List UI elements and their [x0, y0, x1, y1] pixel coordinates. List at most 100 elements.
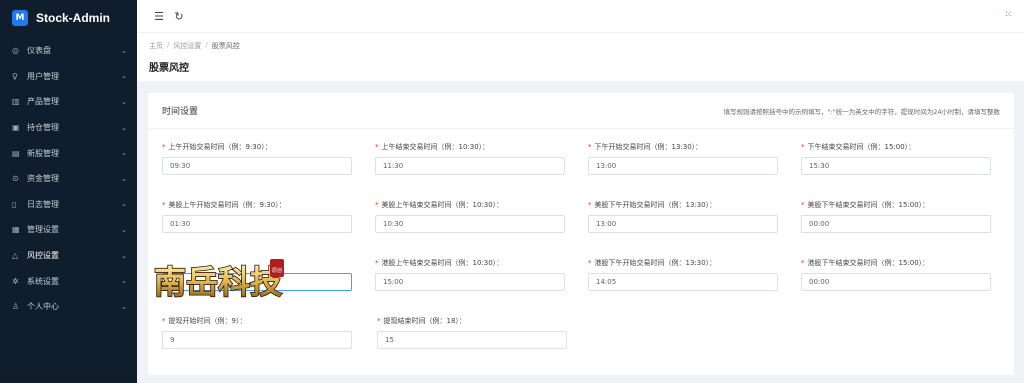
form-label: * 美股上午开始交易时间（例：9:30）：: [162, 198, 375, 211]
form-label: * 港股下午开始交易时间（例：13:30）：: [588, 256, 801, 269]
sidebar-item-users[interactable]: ♀ 用户管理 ⌄: [0, 64, 137, 90]
form-label: * 上午结束交易时间（例：10:30）：: [375, 140, 588, 153]
position-icon: ▣: [12, 123, 20, 133]
am-end-time-input[interactable]: [375, 157, 565, 175]
time-form: *上午开始交易时间（例：9:30）： *上午结束交易时间（例：10:30）： *…: [148, 129, 1014, 372]
user-icon: ♙: [12, 302, 20, 312]
sidebar-item-logs[interactable]: ▯ 日志管理 ⌄: [0, 192, 137, 218]
sidebar-item-positions[interactable]: ▣ 持仓管理 ⌄: [0, 115, 137, 141]
chevron-down-icon: ⌄: [121, 174, 127, 183]
form-item-am-end: * 上午结束交易时间（例：10:30）：: [375, 140, 588, 198]
required-mark: *: [588, 258, 592, 267]
log-icon: ▯: [12, 199, 17, 209]
required-mark: *: [588, 142, 592, 151]
brand[interactable]: M Stock-Admin: [0, 0, 137, 36]
withdraw-start-time-input[interactable]: [162, 331, 352, 349]
breadcrumb-separator: /: [167, 41, 170, 49]
form-label: * 提现开始时间（例：9）：: [162, 314, 377, 327]
required-mark: *: [375, 142, 379, 151]
us-pm-start-time-input[interactable]: [588, 215, 778, 233]
sidebar-item-products[interactable]: ▥ 产品管理 ⌄: [0, 89, 137, 115]
label-text: 提现结束时间（例：18）：: [383, 316, 466, 325]
sidebar-item-label: 产品管理: [27, 97, 59, 107]
required-mark: *: [162, 142, 166, 151]
sidebar-item-system-settings[interactable]: ✲ 系统设置 ⌄: [0, 268, 137, 294]
chevron-down-icon: ⌄: [121, 200, 127, 209]
chevron-down-icon: ⌄: [121, 251, 127, 260]
sidebar-menu: ◎ 仪表盘 ⌄ ♀ 用户管理 ⌄ ▥ 产品管理 ⌄ ▣ 持仓管理 ⌄ ▤ 新股管…: [0, 38, 137, 320]
sidebar-item-label: 系统设置: [27, 276, 59, 286]
form-item-hk-pm-end: * 港股下午结束交易时间（例：15:00）：: [801, 256, 1014, 314]
label-text: 上午开始交易时间（例：9:30）：: [168, 142, 272, 151]
form-item-withdraw-end: * 提现结束时间（例：18）：: [377, 314, 592, 372]
us-am-start-time-input[interactable]: [162, 215, 352, 233]
sidebar-item-label: 个人中心: [27, 302, 59, 312]
breadcrumb: 主页 / 风控设置 / 股票风控: [149, 41, 1012, 51]
label-text: 下午结束交易时间（例：15:00）：: [807, 142, 916, 151]
chart-icon: ▥: [12, 97, 20, 107]
chevron-down-icon: ⌄: [121, 123, 127, 132]
form-row: *美股上午开始交易时间（例：9:30）： *美股上午结束交易时间（例：10:30…: [162, 198, 1014, 256]
breadcrumb-separator: /: [205, 41, 208, 49]
sidebar-item-label: 仪表盘: [27, 46, 51, 56]
us-am-end-time-input[interactable]: [375, 215, 565, 233]
more-icon[interactable]: ⁙: [1004, 10, 1012, 20]
required-mark: *: [801, 142, 805, 151]
sidebar-item-risk-settings[interactable]: △ 风控设置 ⌄: [0, 243, 137, 269]
chevron-down-icon: ⌄: [121, 46, 127, 55]
label-text: 上午结束交易时间（例：10:30）：: [381, 142, 490, 151]
form-label: * 美股下午结束交易时间（例：15:00）：: [801, 198, 1014, 211]
chevron-down-icon: ⌄: [121, 97, 127, 106]
label-text: 美股上午开始交易时间（例：9:30）：: [168, 200, 286, 209]
sidebar-item-profile[interactable]: ♙ 个人中心 ⌄: [0, 294, 137, 320]
form-label: * 美股下午开始交易时间（例：13:30）：: [588, 198, 801, 211]
pm-start-time-input[interactable]: [588, 157, 778, 175]
am-start-time-input[interactable]: [162, 157, 352, 175]
risk-icon: △: [12, 251, 19, 261]
seal-text: 原创: [272, 267, 282, 274]
required-mark: *: [162, 200, 166, 209]
form-label: * 下午开始交易时间（例：13:30）：: [588, 140, 801, 153]
form-label: * 美股上午结束交易时间（例：10:30）：: [375, 198, 588, 211]
refresh-icon[interactable]: ↻: [171, 8, 187, 24]
form-row: *提现开始时间（例：9）： *提现结束时间（例：18）：: [162, 314, 1014, 372]
required-mark: *: [375, 258, 379, 267]
sidebar-item-label: 持仓管理: [27, 123, 59, 133]
label-text: 港股下午开始交易时间（例：13:30）：: [594, 258, 717, 267]
sidebar-item-ipo[interactable]: ▤ 新股管理 ⌄: [0, 140, 137, 166]
required-mark: *: [162, 316, 166, 325]
chevron-down-icon: ⌄: [121, 149, 127, 158]
breadcrumb-parent[interactable]: 风控设置: [173, 41, 201, 51]
form-item-us-pm-end: * 美股下午结束交易时间（例：15:00）：: [801, 198, 1014, 256]
form-label: * 港股下午结束交易时间（例：15:00）：: [801, 256, 1014, 269]
sidebar-item-label: 用户管理: [27, 71, 59, 81]
gear-icon: ✲: [12, 276, 19, 286]
hk-am-end-time-input[interactable]: [375, 273, 565, 291]
form-item-us-am-start: * 美股上午开始交易时间（例：9:30）：: [162, 198, 375, 256]
sidebar-item-label: 新股管理: [27, 148, 59, 158]
us-pm-end-time-input[interactable]: [801, 215, 991, 233]
withdraw-end-time-input[interactable]: [377, 331, 567, 349]
hk-pm-end-time-input[interactable]: [801, 273, 991, 291]
form-item-am-start: * 上午开始交易时间（例：9:30）：: [162, 140, 375, 198]
collapse-menu-icon[interactable]: ☰: [151, 8, 167, 24]
sidebar-item-dashboard[interactable]: ◎ 仪表盘 ⌄: [0, 38, 137, 64]
breadcrumb-home[interactable]: 主页: [149, 41, 163, 51]
admin-settings-icon: ▦: [12, 225, 20, 235]
form-item-hk-am-end: * 港股上午结束交易时间（例：10:30）：: [375, 256, 588, 314]
form-label: * 下午结束交易时间（例：15:00）：: [801, 140, 1014, 153]
pm-end-time-input[interactable]: [801, 157, 991, 175]
card-title: 时间设置: [162, 107, 199, 117]
fund-icon: ⊙: [12, 174, 19, 184]
sidebar-item-funds[interactable]: ⊙ 资金管理 ⌄: [0, 166, 137, 192]
sidebar-item-admin-settings[interactable]: ▦ 管理设置 ⌄: [0, 217, 137, 243]
chevron-down-icon: ⌄: [121, 72, 127, 81]
label-text: 港股上午结束交易时间（例：10:30）：: [381, 258, 504, 267]
form-item-pm-start: * 下午开始交易时间（例：13:30）：: [588, 140, 801, 198]
required-mark: *: [801, 200, 805, 209]
time-settings-card: 时间设置 填写规则请按照括号中的示例填写，":"统一为英文中的字符，提现时间为2…: [148, 93, 1014, 375]
hk-pm-start-time-input[interactable]: [588, 273, 778, 291]
form-label: * 上午开始交易时间（例：9:30）：: [162, 140, 375, 153]
chevron-down-icon: ⌄: [121, 225, 127, 234]
sidebar: M Stock-Admin ◎ 仪表盘 ⌄ ♀ 用户管理 ⌄ ▥ 产品管理 ⌄ …: [0, 0, 137, 383]
